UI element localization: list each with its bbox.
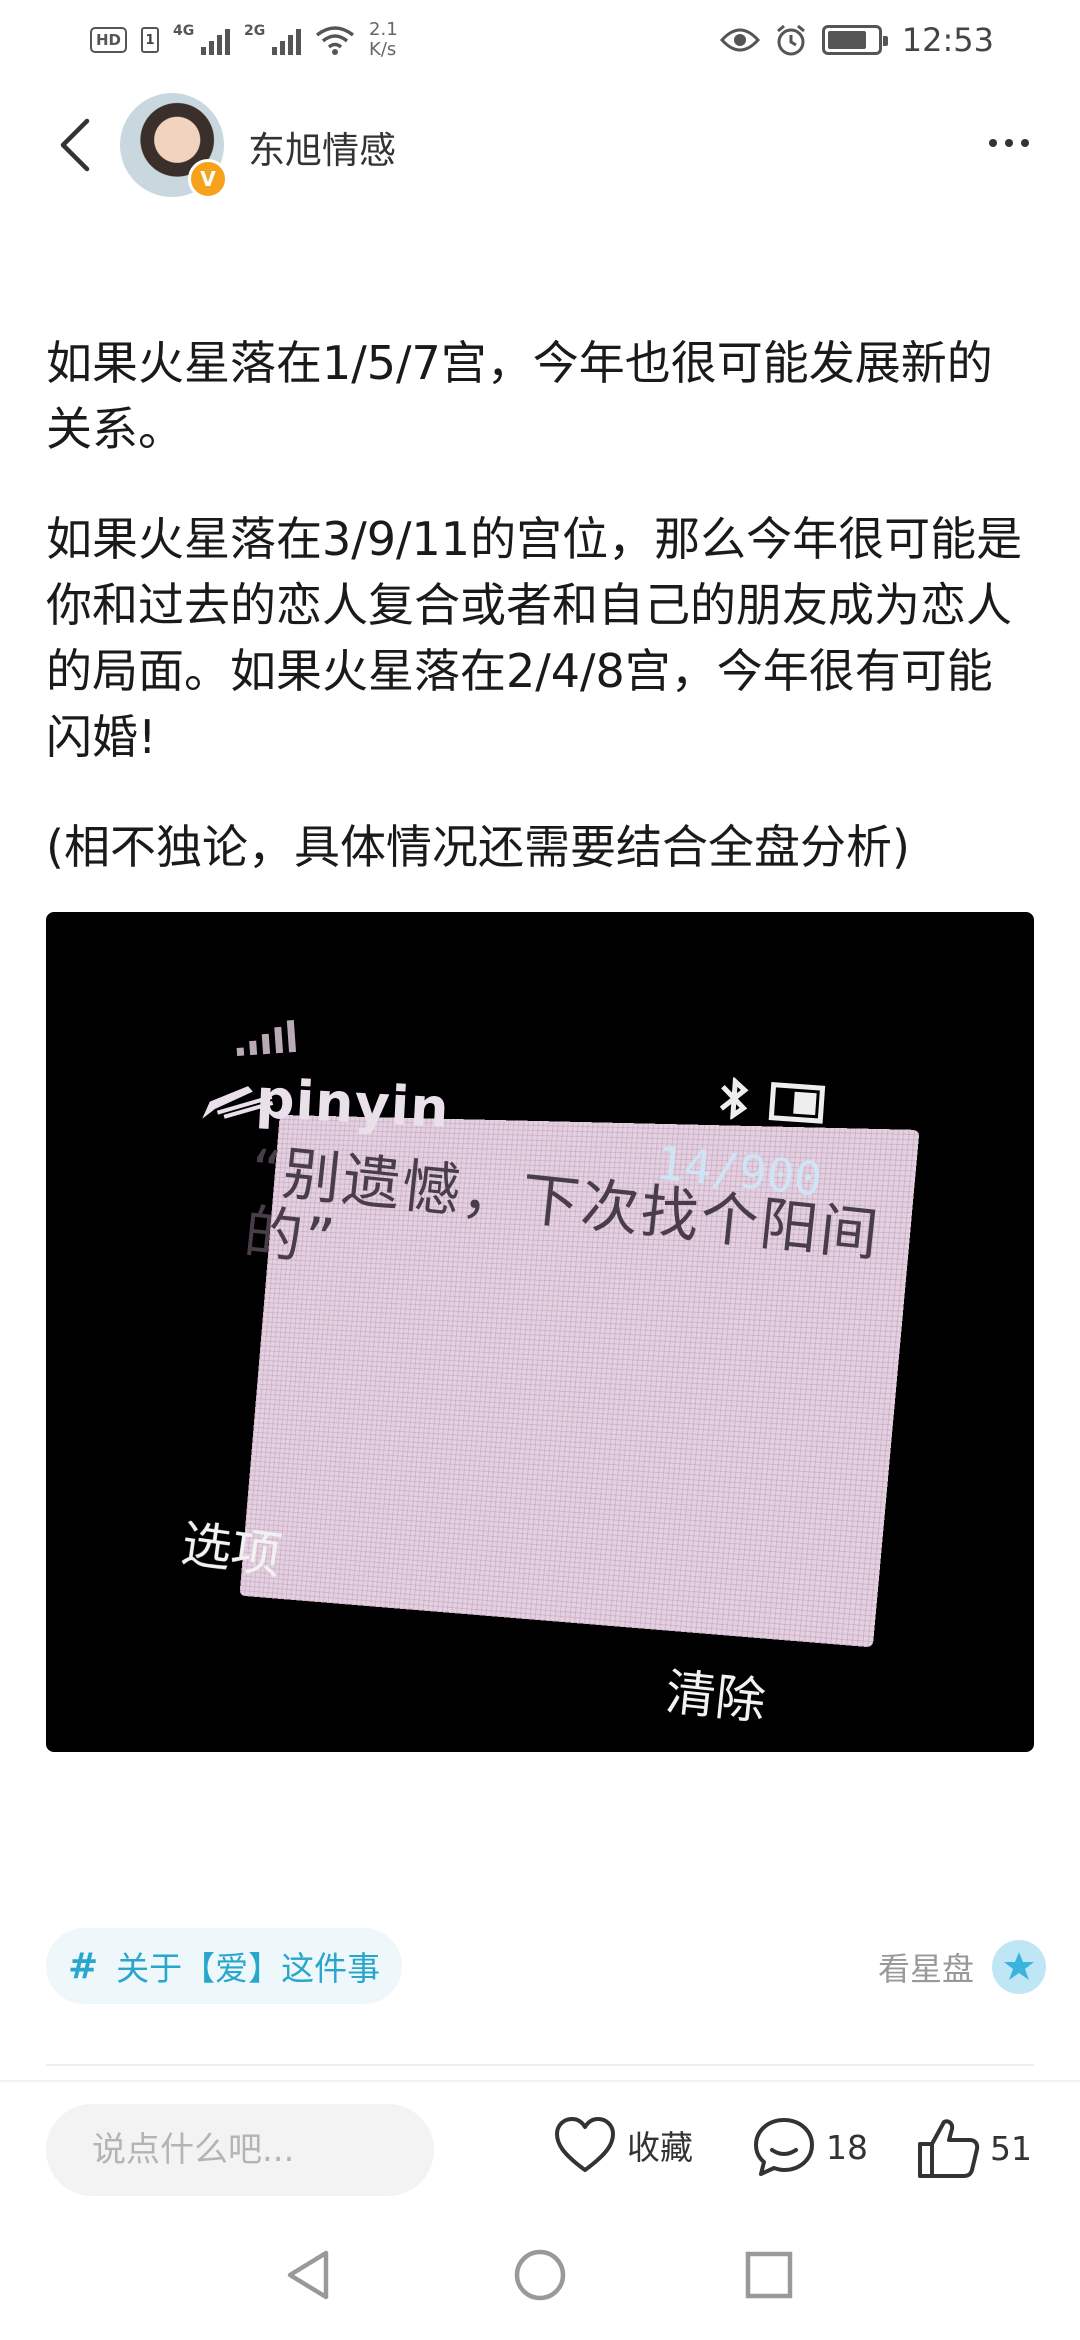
softkey-options: 选项	[177, 1514, 285, 1586]
triangle-back-icon	[287, 2250, 329, 2300]
status-right: 12:53	[719, 21, 994, 59]
wifi-icon	[315, 26, 355, 55]
circle-home-icon	[514, 2249, 566, 2301]
view-chart-link[interactable]: 看星盘	[878, 1940, 1046, 1994]
action-bar: 收藏 18 51	[0, 2080, 1080, 2210]
nav-home-button[interactable]	[505, 2240, 575, 2310]
more-dot-icon	[989, 139, 997, 147]
post-body: 如果火星落在1/5/7宫，今年也很可能发展新的关系。 如果火星落在3/9/11的…	[46, 330, 1036, 924]
post-header: V 东旭情感	[0, 80, 1080, 210]
heart-icon	[555, 2117, 615, 2172]
nav-recents-button[interactable]	[734, 2240, 804, 2310]
comment-count: 18	[826, 2127, 868, 2167]
post-paragraph: 如果火星落在3/9/11的宫位，那么今年很可能是你和过去的恋人复合或者和自己的朋…	[46, 512, 1023, 764]
verified-badge-icon: V	[188, 159, 228, 199]
alarm-icon	[776, 24, 805, 56]
phone-status-icons	[715, 1076, 826, 1125]
like-button[interactable]: 51	[916, 2116, 1032, 2180]
network-speed-value: 2.1	[369, 19, 398, 40]
bluetooth-icon	[719, 1076, 749, 1121]
hd-icon: HD	[90, 27, 128, 53]
comment-input[interactable]	[46, 2104, 434, 2196]
post-paragraph: (相不独论，具体情况还需要结合全盘分析)	[46, 820, 910, 874]
view-chart-label: 看星盘	[877, 1950, 974, 1988]
favorite-label: 收藏	[627, 2128, 693, 2167]
hashtag-icon: #	[68, 1945, 99, 1987]
status-left: HD 1 4G 2G 2.1 K/s	[90, 20, 398, 60]
network-speed: 2.1 K/s	[369, 20, 398, 60]
network-speed-unit: K/s	[369, 39, 397, 60]
system-nav-bar	[0, 2210, 1080, 2340]
signal-4g-label: 4G	[173, 23, 195, 39]
eye-icon	[719, 28, 760, 52]
signal-2g-label: 2G	[244, 23, 266, 39]
chevron-left-icon	[60, 118, 90, 172]
softkey-clear: 清除	[662, 1662, 769, 1732]
phone-battery-icon	[768, 1082, 826, 1124]
author-name[interactable]: 东旭情感	[248, 120, 396, 174]
like-count: 51	[990, 2128, 1032, 2168]
post-paragraph: 如果火星落在1/5/7宫，今年也很可能发展新的关系。	[46, 336, 993, 456]
comment-icon	[754, 2118, 814, 2176]
square-recents-icon	[745, 2251, 793, 2299]
author-avatar[interactable]: V	[120, 93, 228, 199]
favorite-button[interactable]: 收藏	[553, 2116, 693, 2174]
comment-button[interactable]: 18	[752, 2116, 868, 2178]
input-mode-label: pinyin	[254, 1066, 452, 1141]
battery-icon	[821, 25, 888, 55]
topic-tag[interactable]: # 关于【爱】这件事	[46, 1928, 403, 2004]
nav-back-button[interactable]	[272, 2240, 342, 2310]
clock: 12:53	[901, 21, 994, 59]
star-icon	[992, 1940, 1046, 1994]
status-bar: HD 1 4G 2G 2.1 K/s 12:53	[0, 0, 1080, 80]
post-image[interactable]: pinyin 14/900 “别遗憾，下次找个阳间的” 选项 清除	[46, 912, 1034, 1752]
thumbs-up-icon	[918, 2119, 980, 2178]
more-dot-icon	[1021, 139, 1029, 147]
topic-label: 关于【爱】这件事	[116, 1949, 381, 1988]
signal-2g-icon: 2G	[244, 23, 302, 55]
divider	[46, 2064, 1034, 2066]
more-options-button[interactable]	[974, 118, 1044, 168]
phone-signal-icon	[235, 1019, 297, 1057]
back-button[interactable]	[44, 110, 104, 180]
more-dot-icon	[1005, 139, 1013, 147]
sim-icon: 1	[141, 27, 160, 53]
signal-4g-icon: 4G	[173, 23, 231, 55]
